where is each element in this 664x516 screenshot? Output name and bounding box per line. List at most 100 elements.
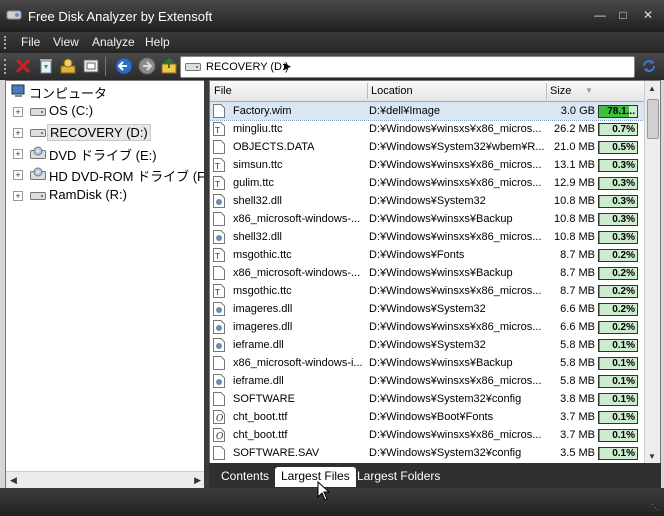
file-list: File Location Size ▼ Factory.wim D:¥dell¥… bbox=[209, 80, 661, 465]
column-header-location[interactable]: Location bbox=[371, 85, 413, 97]
tab-contents[interactable]: Contents bbox=[215, 467, 275, 487]
recycle-icon[interactable] bbox=[37, 57, 55, 75]
drive-icon bbox=[30, 108, 46, 116]
percent-bar-fill bbox=[599, 376, 600, 387]
file-name: SOFTWARE.SAV bbox=[233, 447, 320, 459]
window-title: Free Disk Analyzer by Extensoft bbox=[28, 9, 213, 24]
up-icon[interactable] bbox=[160, 57, 178, 75]
tab-largest-folders[interactable]: Largest Folders bbox=[351, 467, 446, 487]
scroll-down-icon[interactable]: ▼ bbox=[648, 452, 656, 461]
table-row[interactable]: Tsimsun.ttc D:¥Windows¥winsxs¥x86_micros.… bbox=[210, 156, 644, 174]
menu-file[interactable]: File bbox=[21, 35, 40, 49]
breadcrumb-chevron-icon[interactable]: ▶ bbox=[284, 61, 291, 72]
file-name: ieframe.dll bbox=[233, 375, 284, 387]
file-size: 26.2 MB bbox=[554, 123, 595, 135]
title-bar: Free Disk Analyzer by Extensoft — □ ✕ bbox=[0, 0, 664, 32]
delete-icon[interactable] bbox=[14, 57, 32, 75]
table-row[interactable]: x86_microsoft-windows-... D:¥Windows¥wins… bbox=[210, 264, 644, 282]
percent-text: 0.2% bbox=[612, 322, 635, 333]
back-icon[interactable] bbox=[115, 57, 133, 75]
percent-bar: 0.2% bbox=[598, 303, 638, 316]
column-header-size[interactable]: Size bbox=[550, 85, 571, 97]
menu-view[interactable]: View bbox=[53, 35, 79, 49]
table-row[interactable]: Tmsgothic.ttc D:¥Windows¥winsxs¥x86_micro… bbox=[210, 282, 644, 300]
properties-icon[interactable] bbox=[59, 57, 77, 75]
table-row[interactable]: imageres.dll D:¥Windows¥winsxs¥x86_micros… bbox=[210, 318, 644, 336]
table-row[interactable]: shell32.dll D:¥Windows¥System32 10.8 MB 0.3… bbox=[210, 192, 644, 210]
file-name: msgothic.ttc bbox=[233, 249, 292, 261]
resize-grip-icon[interactable]: ⋱ bbox=[651, 503, 661, 513]
svg-text:T: T bbox=[214, 288, 220, 297]
minimize-icon[interactable]: — bbox=[590, 6, 610, 24]
scroll-right-icon[interactable]: ▶ bbox=[194, 475, 201, 486]
svg-text:O: O bbox=[216, 414, 224, 424]
file-icon bbox=[213, 392, 225, 406]
table-row[interactable]: Factory.wim D:¥dell¥Image 3.0 GB 78.1... bbox=[210, 101, 645, 121]
ttf-icon: O bbox=[213, 428, 225, 442]
menu-help[interactable]: Help bbox=[145, 35, 170, 49]
percent-bar-fill bbox=[599, 448, 600, 459]
file-name: imageres.dll bbox=[233, 321, 293, 333]
expand-icon[interactable]: + bbox=[13, 149, 23, 159]
percent-text: 0.2% bbox=[612, 268, 635, 279]
file-name: cht_boot.ttf bbox=[233, 429, 288, 441]
expand-icon[interactable]: + bbox=[13, 191, 23, 201]
forward-icon[interactable] bbox=[138, 57, 156, 75]
sort-descending-icon: ▼ bbox=[585, 86, 593, 95]
tree-drive-label: HD DVD-ROM ドライブ (F:) bbox=[49, 169, 213, 184]
refresh-icon[interactable] bbox=[640, 57, 658, 75]
file-location: D:¥Windows¥winsxs¥x86_micros... bbox=[369, 231, 542, 243]
percent-bar: 78.1... bbox=[598, 105, 638, 118]
table-row[interactable]: Tgulim.ttc D:¥Windows¥winsxs¥x86_micros..… bbox=[210, 174, 644, 192]
file-location: D:¥Windows¥System32 bbox=[369, 303, 486, 315]
table-row[interactable]: ieframe.dll D:¥Windows¥winsxs¥x86_micros.… bbox=[210, 372, 644, 390]
scroll-left-icon[interactable]: ◀ bbox=[10, 475, 17, 486]
file-size: 12.9 MB bbox=[554, 177, 595, 189]
expand-icon[interactable]: + bbox=[13, 107, 23, 117]
tree-root-label: コンピュータ bbox=[29, 86, 108, 101]
table-row[interactable]: x86_microsoft-windows-i... D:¥Windows¥win… bbox=[210, 354, 644, 372]
address-bar[interactable]: RECOVERY (D:) ▶ bbox=[180, 56, 635, 78]
file-location: D:¥Windows¥winsxs¥x86_micros... bbox=[369, 375, 542, 387]
percent-bar: 0.3% bbox=[598, 195, 638, 208]
dll-icon bbox=[213, 374, 225, 388]
table-row[interactable]: Tmingliu.ttc D:¥Windows¥winsxs¥x86_micros… bbox=[210, 120, 644, 138]
table-row[interactable]: Ocht_boot.ttf D:¥Windows¥Boot¥Fonts 3.7 MB… bbox=[210, 408, 644, 426]
file-name: x86_microsoft-windows-... bbox=[233, 267, 361, 279]
table-row[interactable]: Tmsgothic.ttc D:¥Windows¥Fonts 8.7 MB 0.2% bbox=[210, 246, 644, 264]
menu-analyze[interactable]: Analyze bbox=[92, 35, 135, 49]
open-folder-icon[interactable] bbox=[82, 57, 100, 75]
table-row[interactable]: ieframe.dll D:¥Windows¥System32 5.8 MB 0.1% bbox=[210, 336, 644, 354]
expand-icon[interactable]: + bbox=[13, 128, 23, 138]
percent-bar-fill bbox=[599, 214, 600, 225]
table-row[interactable]: OBJECTS.DATA D:¥Windows¥System32¥wbem¥R..… bbox=[210, 138, 644, 156]
percent-text: 0.1% bbox=[612, 448, 635, 459]
table-row[interactable]: x86_microsoft-windows-... D:¥Windows¥wins… bbox=[210, 210, 644, 228]
tab-largest-files[interactable]: Largest Files bbox=[275, 467, 356, 487]
percent-text: 0.2% bbox=[612, 250, 635, 261]
percent-bar: 0.3% bbox=[598, 177, 638, 190]
percent-bar-fill bbox=[599, 250, 600, 261]
tree-horizontal-scrollbar[interactable]: ◀ ▶ bbox=[6, 471, 205, 489]
table-row[interactable]: SOFTWARE D:¥Windows¥System32¥config 3.8 MB… bbox=[210, 390, 644, 408]
expand-icon[interactable]: + bbox=[13, 170, 23, 180]
table-row[interactable]: shell32.dll D:¥Windows¥winsxs¥x86_micros.… bbox=[210, 228, 644, 246]
scroll-thumb[interactable] bbox=[647, 99, 659, 139]
table-row[interactable]: imageres.dll D:¥Windows¥System32 6.6 MB 0.2… bbox=[210, 300, 644, 318]
table-row[interactable]: Ocht_boot.ttf D:¥Windows¥winsxs¥x86_micro… bbox=[210, 426, 644, 444]
column-divider[interactable] bbox=[546, 83, 547, 99]
percent-text: 0.7% bbox=[612, 124, 635, 135]
column-header-file[interactable]: File bbox=[214, 85, 232, 97]
file-location: D:¥Windows¥winsxs¥x86_micros... bbox=[369, 177, 542, 189]
file-size: 3.7 MB bbox=[560, 429, 595, 441]
list-vertical-scrollbar[interactable]: ▲ ▼ bbox=[644, 81, 660, 464]
maximize-icon[interactable]: □ bbox=[613, 6, 633, 24]
column-divider[interactable] bbox=[367, 83, 368, 99]
percent-bar-fill bbox=[599, 430, 600, 441]
close-icon[interactable]: ✕ bbox=[638, 6, 658, 24]
scroll-up-icon[interactable]: ▲ bbox=[648, 84, 656, 93]
table-row[interactable]: SOFTWARE.SAV D:¥Windows¥System32¥config 3.… bbox=[210, 444, 644, 462]
computer-icon bbox=[11, 84, 25, 97]
percent-text: 0.3% bbox=[612, 178, 635, 189]
list-header: File Location Size ▼ bbox=[210, 81, 644, 102]
